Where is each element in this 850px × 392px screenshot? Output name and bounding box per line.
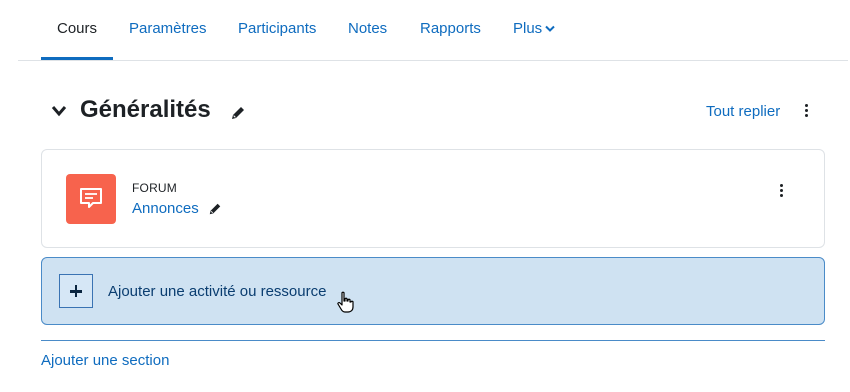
kebab-menu-icon[interactable] bbox=[801, 103, 811, 121]
kebab-menu-icon[interactable] bbox=[776, 183, 786, 201]
hand-cursor-icon bbox=[337, 291, 354, 313]
section-title: Généralités bbox=[80, 96, 211, 123]
add-activity-label: Ajouter une activité ou ressource bbox=[108, 283, 327, 300]
forum-icon bbox=[66, 174, 116, 224]
tab-rapports[interactable]: Rapports bbox=[420, 20, 481, 37]
chevron-down-icon[interactable] bbox=[50, 103, 68, 119]
chevron-down-icon bbox=[545, 25, 555, 32]
tab-plus[interactable]: Plus bbox=[513, 20, 555, 37]
activity-name-link[interactable]: Annonces bbox=[132, 200, 199, 217]
collapse-all-link[interactable]: Tout replier bbox=[706, 103, 780, 120]
add-activity-button[interactable]: Ajouter une activité ou ressource bbox=[41, 257, 825, 325]
course-nav-tabs: Cours Paramètres Participants Notes Rapp… bbox=[18, 0, 848, 61]
tab-participants[interactable]: Participants bbox=[238, 20, 316, 37]
pencil-icon[interactable] bbox=[230, 105, 246, 121]
pencil-icon[interactable] bbox=[208, 202, 222, 216]
add-section-link[interactable]: Ajouter une section bbox=[41, 352, 169, 369]
tab-cours[interactable]: Cours bbox=[57, 20, 97, 37]
tab-plus-label: Plus bbox=[513, 20, 543, 37]
tab-parametres[interactable]: Paramètres bbox=[129, 20, 207, 37]
section-divider bbox=[41, 340, 825, 341]
tab-notes[interactable]: Notes bbox=[348, 20, 387, 37]
activity-type-label: FORUM bbox=[132, 181, 177, 195]
activity-card-forum: FORUM Annonces bbox=[41, 149, 825, 248]
plus-icon bbox=[59, 274, 93, 308]
active-tab-indicator bbox=[41, 57, 113, 60]
